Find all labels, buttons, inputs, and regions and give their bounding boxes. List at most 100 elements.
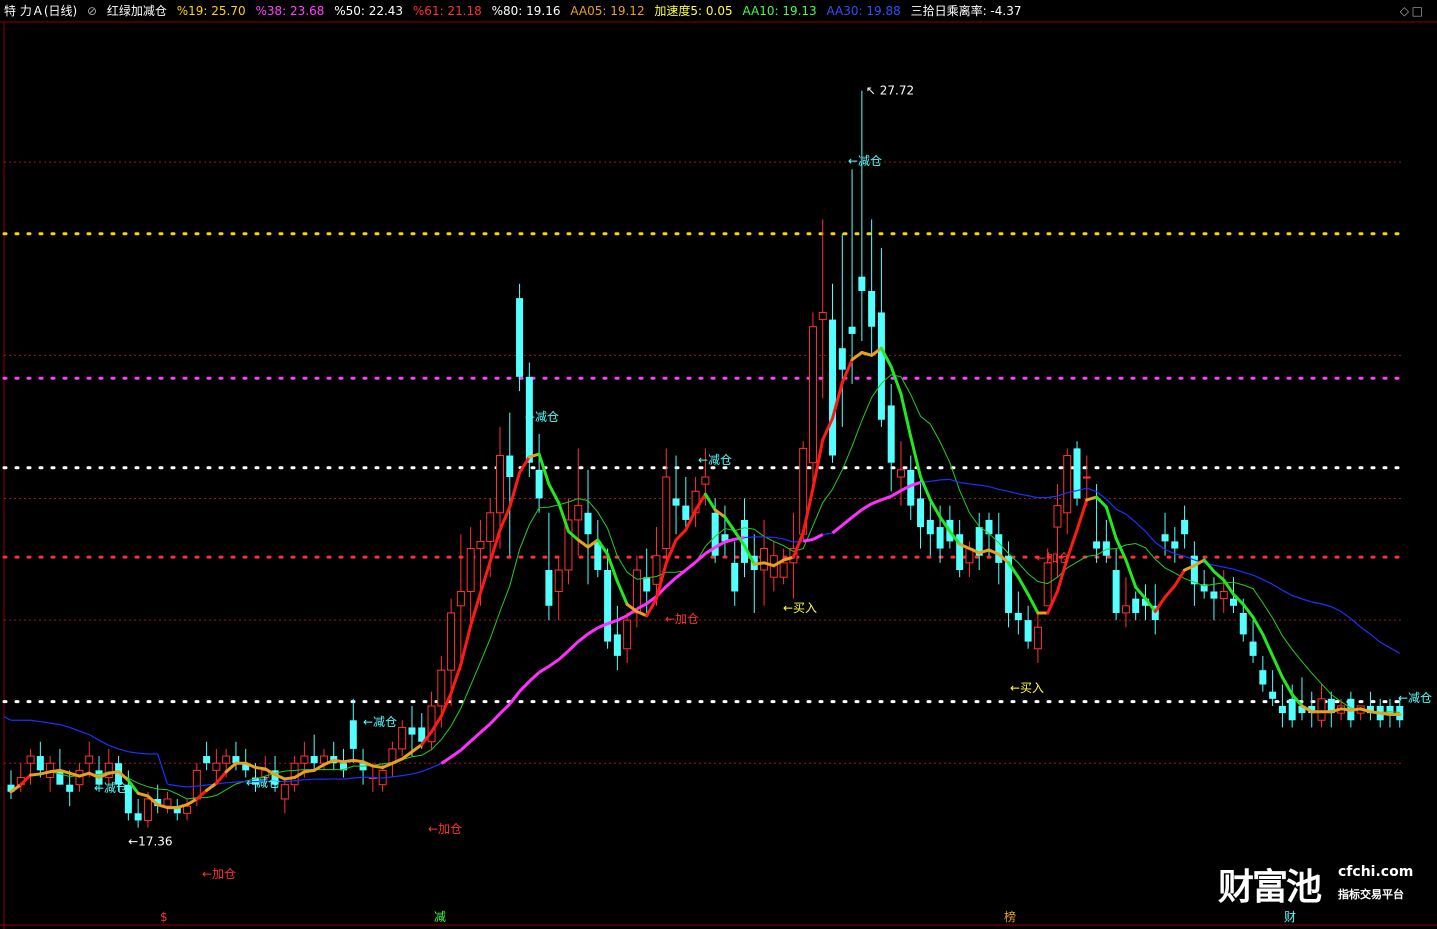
- ma30-segment: [1301, 598, 1312, 603]
- candle-body-down: [1181, 519, 1189, 535]
- ma30-rising-segment: [880, 494, 892, 502]
- candle-body-down: [134, 813, 142, 821]
- candle-body-down: [1210, 591, 1218, 599]
- candle-body-down: [1132, 598, 1140, 613]
- ma30-segment: [284, 780, 295, 783]
- candle-body-down: [584, 512, 592, 535]
- ma5-segment: [674, 528, 688, 542]
- ma30-segment: [30, 719, 41, 723]
- ma30-rising-segment: [802, 538, 814, 543]
- ma30-rising-segment: [587, 626, 599, 636]
- candle-body-up: [85, 755, 94, 764]
- signal-annotation: ←加仓: [1036, 551, 1070, 565]
- candle-body-down: [858, 276, 866, 291]
- price-chart[interactable]: ↖ 27.72 ←17.36 ←减仓 ←减仓 ←减仓 ←减仓 ←减仓 ←减仓 ←减仓 ←加仓 ←加仓…: [0, 0, 1437, 929]
- ma5-segment: [860, 351, 874, 357]
- candle-body-down: [1230, 598, 1237, 606]
- ma5-segment: [1212, 569, 1226, 582]
- ma5-segment: [919, 475, 932, 502]
- candle-body-down: [936, 527, 944, 549]
- ma5-segment: [1251, 615, 1265, 636]
- ma30-rising-segment: [577, 632, 589, 643]
- ma10-line: [10, 374, 1400, 800]
- ma30-segment: [421, 767, 432, 773]
- ma30-segment: [79, 730, 90, 736]
- logo-domain: cfchi.com: [1338, 864, 1414, 880]
- candle-body-down: [66, 784, 74, 792]
- ma30-segment: [959, 481, 970, 485]
- bottom-marker: $: [160, 910, 168, 924]
- ma30-segment: [157, 753, 169, 785]
- candle-body-up: [496, 455, 504, 514]
- ma30-segment: [1154, 541, 1166, 550]
- candle-body-down: [545, 570, 553, 606]
- ma30-segment: [1360, 626, 1371, 635]
- candle-body-up: [192, 769, 201, 800]
- ma5-segment: [1153, 595, 1167, 614]
- candle-body-down: [643, 577, 651, 592]
- ma30-segment: [1125, 513, 1137, 523]
- candle-body-up: [1043, 562, 1052, 607]
- candle-body-down: [682, 505, 690, 520]
- ma30-rising-segment: [518, 680, 531, 693]
- candle-body-up: [1082, 476, 1091, 479]
- ma30-segment: [773, 536, 784, 540]
- bottom-marker: 榜: [1004, 909, 1016, 924]
- ma30-segment: [1027, 495, 1039, 499]
- candle-body-down: [408, 727, 416, 735]
- ma30-rising-segment: [684, 560, 697, 572]
- ma30-segment: [988, 485, 999, 490]
- candle-body-up: [222, 755, 231, 764]
- candle-body-down: [1093, 541, 1101, 549]
- ma30-segment: [1243, 571, 1254, 576]
- candle-body-down: [1269, 691, 1277, 699]
- ma5-segment: [615, 579, 629, 606]
- ma30-segment: [822, 532, 833, 536]
- ma5-segment: [214, 770, 228, 785]
- ma30-segment: [930, 479, 941, 482]
- ma5-segment: [547, 482, 561, 505]
- ma30-segment: [1252, 574, 1264, 581]
- ma5-segment: [1085, 495, 1099, 502]
- ma30-segment: [98, 739, 110, 746]
- ma30-segment: [343, 777, 354, 780]
- candle-body-down: [672, 498, 680, 506]
- candle-body-up: [163, 798, 172, 807]
- ma30-segment: [1086, 487, 1097, 493]
- ma30-segment: [186, 785, 197, 788]
- ma30-rising-segment: [548, 658, 560, 668]
- candle-body-up: [662, 476, 671, 550]
- ma30-segment: [998, 488, 1009, 492]
- ma5-segment: [1271, 654, 1284, 679]
- ma5-segment: [928, 498, 942, 519]
- candle-body-down: [1171, 541, 1179, 549]
- logo-main-text: 财富池: [1218, 866, 1322, 908]
- ma30-rising-segment: [450, 748, 462, 759]
- ma30-rising-segment: [440, 755, 452, 765]
- candle-body-down: [1024, 620, 1032, 642]
- ma5-segment: [469, 591, 482, 628]
- ma30-segment: [1008, 490, 1019, 495]
- ma30-rising-segment: [508, 690, 521, 705]
- candle-body-up: [818, 311, 827, 321]
- ma5-segment: [1202, 558, 1216, 573]
- candle-body-up: [701, 476, 710, 485]
- ma30-segment: [1389, 647, 1401, 654]
- ma30-segment: [392, 775, 403, 778]
- ma30-rising-segment: [871, 498, 882, 506]
- ma30-segment: [1282, 589, 1293, 597]
- ma30-segment: [1047, 495, 1058, 499]
- ma30-rising-segment: [538, 665, 550, 674]
- candle-body-up: [280, 784, 289, 800]
- ma30-segment: [783, 538, 794, 543]
- ma30-rising-segment: [851, 508, 863, 519]
- ma30-segment: [1321, 603, 1332, 608]
- ma30-segment: [1213, 564, 1224, 568]
- bottom-marker: 减: [434, 910, 446, 924]
- candle-body-up: [1053, 505, 1062, 528]
- ma5-segment: [459, 624, 473, 666]
- candle-body-up: [486, 512, 495, 542]
- candle-body-down: [535, 469, 543, 499]
- candle-body-down: [310, 756, 318, 764]
- ma5-segment: [508, 471, 522, 509]
